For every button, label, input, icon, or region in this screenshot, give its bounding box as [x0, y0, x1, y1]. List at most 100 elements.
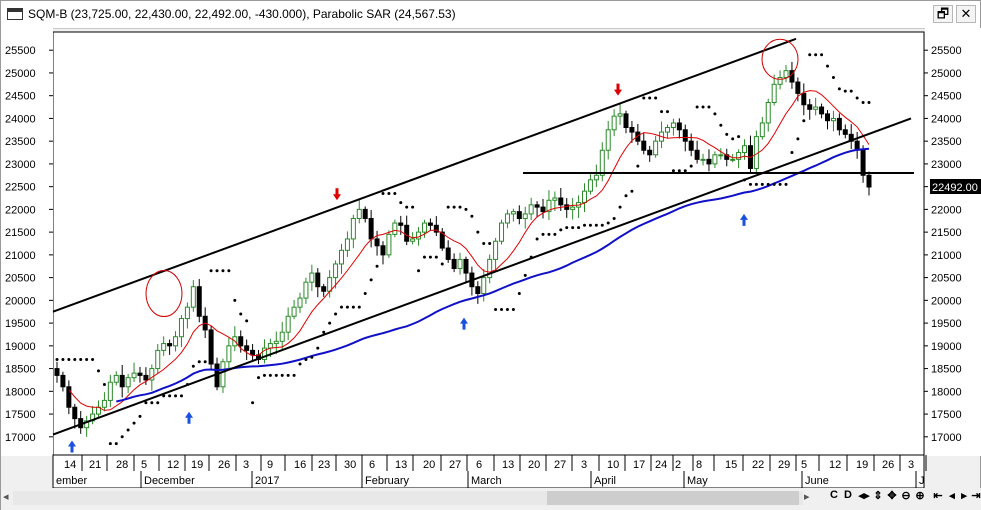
sar-dot-50	[351, 305, 355, 309]
sar-dot-33	[251, 401, 255, 405]
candle-body-57	[392, 222, 398, 235]
candle-body-94	[611, 115, 617, 131]
candle-body-133	[842, 129, 848, 135]
sar-dot-129	[820, 53, 824, 57]
zoom-c-button[interactable]: C	[827, 489, 841, 501]
y-label-left-10: 22000	[5, 204, 36, 216]
candle-body-37	[273, 340, 279, 345]
candle-body-18	[161, 343, 167, 351]
y-label-left-16: 25000	[5, 68, 36, 80]
move-icon[interactable]: ✥	[885, 489, 899, 502]
candle-body-107	[688, 140, 694, 151]
price-chart[interactable]: 17000 17000 17500 17500 18000 18000 18500 18500…	[1, 28, 981, 488]
y-label-right-12: 23000	[931, 159, 962, 171]
sar-dot-76	[505, 307, 509, 311]
sar-dot-99	[642, 96, 646, 100]
zoom-d-button[interactable]: D	[841, 489, 855, 501]
candle-body-87	[570, 206, 576, 210]
sar-dot-132	[837, 87, 841, 91]
x-month-label-5: April	[594, 475, 616, 487]
y-label-left-9: 21500	[5, 227, 36, 239]
y-label-right-14: 24000	[931, 113, 962, 125]
candle-body-40	[291, 306, 297, 317]
candle-body-92	[599, 149, 605, 176]
y-label-right-6: 20000	[931, 295, 962, 307]
sar-dot-131	[831, 75, 835, 79]
x-month-label-1: December	[144, 475, 195, 487]
candle-body-45	[321, 286, 327, 292]
sar-dot-97	[630, 189, 634, 193]
candle-body-96	[623, 113, 629, 129]
y-label-right-5: 19500	[931, 318, 962, 330]
vertical-zoom-icon[interactable]: ⇕	[871, 489, 885, 502]
sar-dot-54	[375, 264, 379, 268]
x-day-label-12: 6	[369, 459, 375, 471]
candle-body-68	[457, 258, 463, 270]
x-day-label-4: 12	[167, 459, 179, 471]
sar-dot-57	[393, 191, 397, 195]
y-label-right-17: 25500	[931, 45, 962, 57]
x-day-label-32: 26	[882, 459, 894, 471]
candle-body-97	[629, 127, 635, 133]
sar-dot-101	[654, 96, 658, 100]
candle-body-32	[244, 345, 250, 351]
candle-body-13	[131, 372, 137, 379]
sar-dot-91	[594, 223, 598, 227]
sar-dot-134	[849, 89, 853, 93]
close-button[interactable]: ✕	[956, 5, 976, 23]
scroll-thumb[interactable]	[547, 491, 799, 505]
scroll-left-arrow-icon[interactable]: ◂	[3, 490, 9, 503]
sar-dot-13	[132, 421, 136, 425]
candle-body-84	[552, 197, 558, 201]
sar-dot-113	[725, 132, 729, 136]
first-bar-icon[interactable]: ⇤	[931, 489, 945, 502]
horizontal-scrollbar[interactable]: ◂ ▸ C D ◂▸ ⇕ ✥ ⊖ ⊕ ⇤ ◂ ▸ ⇥	[1, 488, 981, 510]
candle-body-21	[178, 318, 184, 338]
sar-dot-118	[754, 182, 758, 186]
x-day-label-11: 30	[344, 459, 356, 471]
sar-dot-135	[855, 96, 859, 100]
candle-body-85	[558, 197, 564, 206]
sar-dot-81	[535, 237, 539, 241]
candle-body-112	[718, 154, 724, 157]
sar-dot-126	[802, 119, 806, 123]
zoom-fit-icon[interactable]: ◂▸	[857, 489, 871, 502]
x-day-label-10: 23	[318, 459, 330, 471]
sar-dot-23	[191, 364, 195, 368]
restore-button[interactable]: 🗗	[933, 5, 953, 23]
sar-dot-10	[114, 442, 118, 446]
sar-dot-6	[91, 357, 95, 361]
zoom-out-icon[interactable]: ⊖	[899, 489, 913, 502]
last-bar-icon[interactable]: ⇥	[969, 489, 981, 502]
y-label-right-15: 24500	[931, 91, 962, 103]
candle-body-24	[196, 286, 202, 317]
candle-body-63	[427, 222, 433, 226]
sar-dot-78	[517, 292, 521, 296]
candle-body-130	[825, 113, 831, 122]
candle-body-15	[143, 374, 149, 381]
candle-body-47	[333, 263, 339, 279]
x-day-label-16: 6	[476, 459, 482, 471]
sar-dot-60	[411, 205, 415, 209]
sar-dot-136	[861, 101, 865, 104]
candle-body-105	[676, 122, 682, 131]
candle-body-114	[730, 158, 736, 161]
sar-dot-7	[96, 369, 100, 373]
x-day-label-33: 3	[908, 459, 914, 471]
sar-dot-100	[648, 96, 652, 100]
sar-dot-8	[102, 383, 106, 386]
zoom-in-icon[interactable]: ⊕	[913, 489, 927, 502]
x-day-label-22: 17	[633, 459, 645, 471]
candle-body-28	[220, 361, 226, 388]
sar-dot-70	[470, 214, 474, 218]
sar-dot-104	[671, 169, 675, 173]
scroll-right-arrow-icon[interactable]: ▸	[804, 490, 810, 503]
sar-dot-127	[808, 53, 812, 57]
candle-body-128	[813, 106, 819, 110]
x-day-label-19: 27	[554, 459, 566, 471]
sar-dot-84	[553, 232, 557, 236]
title-bar: SQM-B (23,725.00, 22,430.00, 22,492.00, …	[1, 1, 980, 29]
x-month-label-2: 2017	[255, 475, 279, 487]
x-day-label-2: 28	[116, 459, 128, 471]
y-label-left-5: 19500	[5, 318, 36, 330]
